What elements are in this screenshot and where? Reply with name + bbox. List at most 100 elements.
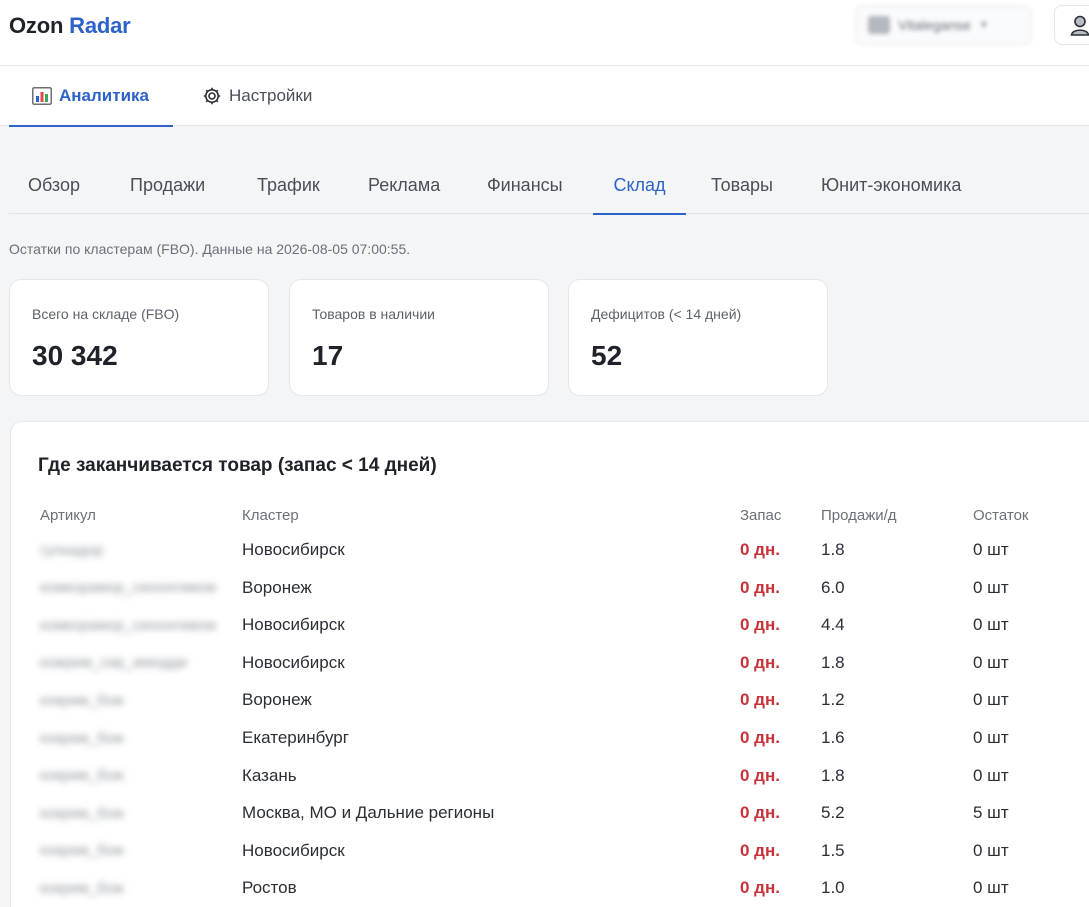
sku-cell: кокрим_бож	[40, 804, 124, 822]
user-menu-button[interactable]	[1054, 5, 1089, 45]
stock-days-cell: 0 дн.	[740, 652, 780, 672]
sku-cell: кокрим_бож	[40, 767, 124, 785]
column-header-sku[interactable]: Артикул	[40, 507, 96, 524]
sales-per-day-cell: 6.0	[821, 577, 845, 597]
chevron-down-icon: ▼	[978, 19, 989, 31]
gear-icon	[203, 87, 221, 105]
cluster-cell: Новосибирск	[242, 652, 345, 672]
column-header-remaining[interactable]: Остаток	[973, 507, 1029, 524]
sku-cell: кокрим_бож	[40, 842, 124, 860]
table-row[interactable]: кокрим_бож Казань 0 дн. 1.8 0 шт	[11, 758, 1089, 794]
kpi-label: Всего на складе (FBO)	[32, 306, 180, 322]
deficit-table-panel: Где заканчивается товар (запас < 14 дней…	[10, 421, 1089, 907]
main-tabs: Аналитика Настройки	[0, 66, 1089, 127]
sales-per-day-cell: 1.2	[821, 690, 845, 710]
remaining-cell: 0 шт	[973, 540, 1009, 559]
column-header-cluster[interactable]: Кластер	[242, 507, 299, 524]
bar-chart-icon	[32, 87, 52, 105]
stock-days-cell: 0 дн.	[740, 765, 780, 785]
kpi-card-total-stock: Всего на складе (FBO) 30 342	[9, 279, 269, 396]
sku-cell: гулнадор	[40, 541, 104, 559]
stock-days-cell: 0 дн.	[740, 690, 780, 710]
cluster-cell: Воронеж	[242, 577, 312, 597]
subtab-traffic-label: Трафик	[257, 174, 320, 195]
sku-cell: комкорамор_синонгимом	[40, 579, 217, 597]
subtab-overview-label: Обзор	[28, 174, 80, 195]
store-icon	[868, 16, 890, 34]
sku-cell: кокрим_бож	[40, 691, 124, 709]
cluster-cell: Казань	[242, 765, 297, 785]
remaining-cell: 0 шт	[973, 577, 1009, 597]
kpi-card-in-stock-products: Товаров в наличии 17	[289, 279, 549, 396]
remaining-cell: 0 шт	[973, 765, 1009, 785]
table-row[interactable]: кокрим_бож Ростов 0 дн. 1.0 0 шт	[11, 870, 1089, 906]
stock-days-cell: 0 дн.	[740, 728, 780, 747]
subtab-products-label: Товары	[711, 174, 773, 195]
table-row[interactable]: гулнадор Новосибирск 0 дн. 1.8 0 шт	[11, 532, 1089, 568]
table-row[interactable]: кожрим_сир_жмодди Новосибирск 0 дн. 1.8 0 шт	[11, 645, 1089, 681]
cluster-cell: Новосибирск	[242, 615, 345, 635]
kpi-value: 52	[591, 340, 623, 371]
subtab-unit-economics[interactable]: Юнит-экономика	[821, 156, 961, 214]
logo-text-ozon: Ozon	[9, 13, 64, 38]
table-row[interactable]: комкорамор_синонгимом Воронеж 0 дн. 6.0 0 шт	[11, 570, 1089, 606]
subtab-ads-label: Реклама	[368, 174, 441, 195]
stock-days-cell: 0 дн.	[740, 577, 780, 597]
sales-per-day-cell: 1.5	[821, 840, 845, 860]
sku-cell: кожрим_сир_жмодди	[40, 654, 188, 672]
kpi-label: Товаров в наличии	[312, 306, 435, 322]
subtab-ads[interactable]: Реклама	[368, 156, 440, 214]
table-row[interactable]: кокрим_бож Воронеж 0 дн. 1.2 0 шт	[11, 682, 1089, 718]
kpi-value: 17	[312, 340, 344, 371]
subtab-traffic[interactable]: Трафик	[257, 156, 320, 214]
tab-settings-label: Настройки	[229, 86, 313, 105]
subtab-finance-label: Финансы	[487, 174, 563, 195]
stock-days-cell: 0 дн.	[740, 878, 780, 898]
logo-text-radar: Radar	[69, 13, 131, 38]
column-header-sales-per-day[interactable]: Продажи/д	[821, 507, 897, 524]
subtab-finance[interactable]: Финансы	[487, 156, 563, 214]
cluster-cell: Новосибирск	[242, 540, 345, 559]
cluster-cell: Москва, МО и Дальние регионы	[242, 803, 495, 823]
remaining-cell: 0 шт	[973, 615, 1009, 635]
subtab-unit-economics-label: Юнит-экономика	[821, 174, 962, 195]
sku-cell: кокрим_бож	[40, 729, 124, 747]
panel-title: Где заканчивается товар (запас < 14 дней…	[38, 455, 437, 476]
stock-days-cell: 0 дн.	[740, 803, 780, 823]
remaining-cell: 0 шт	[973, 690, 1009, 710]
remaining-cell: 0 шт	[973, 652, 1009, 672]
stock-days-cell: 0 дн.	[740, 615, 780, 635]
sales-per-day-cell: 1.0	[821, 878, 845, 898]
app-logo[interactable]: Ozon Radar	[9, 13, 131, 39]
app-root: Ozon Radar Vitaleganse ▼ Аналитика Настр…	[0, 0, 1089, 907]
column-header-stock-days[interactable]: Запас	[740, 507, 781, 524]
account-switcher[interactable]: Vitaleganse ▼	[855, 5, 1032, 45]
sku-cell: кокрим_бож	[40, 879, 124, 897]
tab-analytics[interactable]: Аналитика	[9, 66, 173, 127]
tab-analytics-label: Аналитика	[59, 86, 149, 105]
user-icon	[1070, 15, 1089, 36]
subtab-overview[interactable]: Обзор	[28, 156, 80, 214]
remaining-cell: 0 шт	[973, 878, 1009, 898]
subtab-sales[interactable]: Продажи	[130, 156, 205, 214]
cluster-cell: Ростов	[242, 878, 297, 898]
account-name: Vitaleganse	[898, 17, 971, 33]
tab-settings[interactable]: Настройки	[202, 66, 312, 126]
sales-per-day-cell: 5.2	[821, 803, 845, 823]
table-row[interactable]: кокрим_бож Новосибирск 0 дн. 1.5 0 шт	[11, 833, 1089, 869]
table-row[interactable]: кокрим_бож Екатеринбург 0 дн. 1.6 0 шт	[11, 720, 1089, 756]
subtab-warehouse-label: Склад	[613, 174, 666, 195]
remaining-cell: 5 шт	[973, 803, 1009, 823]
subtab-warehouse[interactable]: Склад	[593, 156, 686, 215]
top-header: Ozon Radar Vitaleganse ▼	[0, 0, 1089, 66]
cluster-cell: Екатеринбург	[242, 728, 349, 747]
sales-per-day-cell: 1.8	[821, 765, 845, 785]
kpi-label: Дефицитов (< 14 дней)	[591, 306, 742, 322]
sales-per-day-cell: 1.8	[821, 652, 845, 672]
subtab-products[interactable]: Товары	[711, 156, 773, 214]
table-row[interactable]: комкорамор_синонгимом Новосибирск 0 дн. 4.4…	[11, 607, 1089, 643]
subtab-sales-label: Продажи	[130, 174, 206, 195]
table-row[interactable]: кокрим_бож Москва, МО и Дальние регионы 0 …	[11, 795, 1089, 831]
remaining-cell: 0 шт	[973, 728, 1009, 747]
kpi-value: 30 342	[32, 340, 118, 371]
